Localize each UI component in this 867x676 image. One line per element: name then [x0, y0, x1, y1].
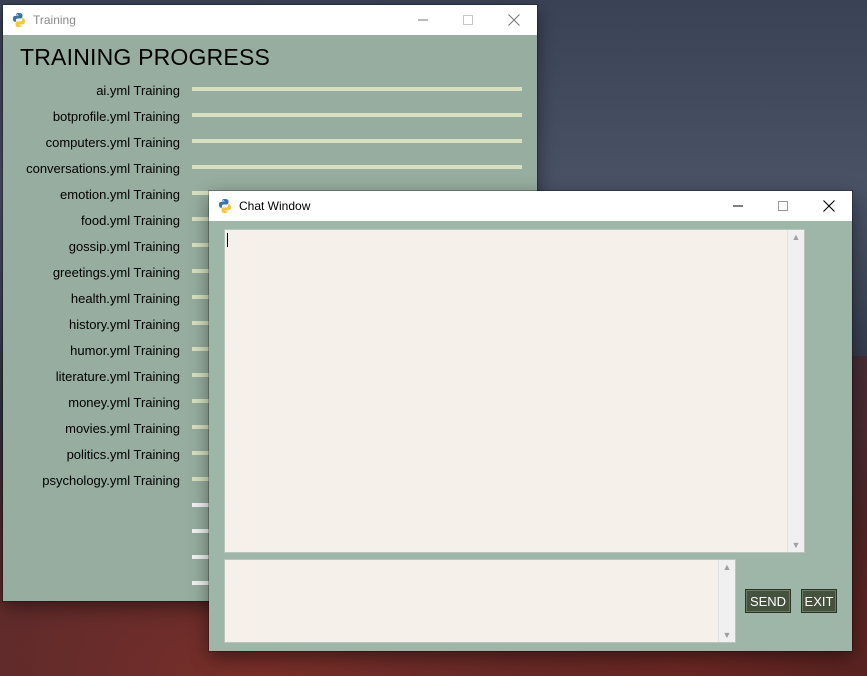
maximize-icon: [463, 15, 473, 25]
training-row-label: history.yml Training: [68, 317, 180, 332]
training-row-label: humor.yml Training: [70, 343, 180, 358]
training-progress-bar: [192, 139, 522, 143]
training-minimize-button[interactable]: [400, 5, 446, 35]
close-icon: [823, 200, 835, 212]
chat-window: Chat Window ▲ ▼ ▲ ▼ SEND EXIT: [209, 191, 852, 651]
training-row-label: health.yml Training: [70, 291, 180, 306]
message-input[interactable]: ▲ ▼: [224, 559, 736, 643]
training-row-label: greetings.yml Training: [52, 265, 180, 280]
training-progress-fill: [192, 165, 522, 169]
maximize-icon: [778, 201, 788, 211]
close-icon: [508, 14, 520, 26]
training-progress-fill: [192, 139, 522, 143]
chat-maximize-button[interactable]: [760, 191, 806, 221]
python-icon: [219, 199, 231, 213]
scroll-up-icon[interactable]: ▲: [723, 560, 732, 574]
training-maximize-button[interactable]: [445, 5, 491, 35]
training-row-label: gossip.yml Training: [68, 239, 180, 254]
chat-log-scrollbar[interactable]: ▲ ▼: [787, 230, 804, 552]
training-row-label: movies.yml Training: [65, 421, 180, 436]
training-row-label: emotion.yml Training: [60, 187, 180, 202]
training-window-title: Training: [33, 13, 76, 27]
python-icon: [13, 13, 25, 27]
scroll-up-icon[interactable]: ▲: [792, 230, 801, 244]
training-progress-fill: [192, 87, 522, 91]
training-row-label: politics.yml Training: [66, 447, 180, 462]
training-row-label: food.yml Training: [81, 213, 180, 228]
minimize-icon: [418, 19, 428, 21]
training-progress-bar-empty: [192, 555, 210, 559]
training-row-label: literature.yml Training: [55, 369, 180, 384]
training-progress-bar: [192, 165, 522, 169]
training-row-label: conversations.yml Training: [26, 161, 180, 176]
training-progress-fill: [192, 113, 522, 117]
training-row-label: computers.yml Training: [45, 135, 180, 150]
training-close-button[interactable]: [491, 5, 537, 35]
training-row-label: ai.yml Training: [96, 83, 180, 98]
text-caret: [227, 233, 228, 247]
training-titlebar[interactable]: Training: [3, 5, 537, 35]
scroll-down-icon[interactable]: ▼: [792, 538, 801, 552]
training-progress-bar: [192, 113, 522, 117]
training-row-label: money.yml Training: [68, 395, 180, 410]
training-row-label: psychology.yml Training: [42, 473, 180, 488]
chat-close-button[interactable]: [806, 191, 852, 221]
training-progress-bar-empty: [192, 581, 210, 585]
training-progress-bar-empty: [192, 529, 210, 533]
training-progress-heading: TRAINING PROGRESS: [20, 44, 271, 70]
scroll-down-icon[interactable]: ▼: [723, 628, 732, 642]
chat-log-textarea[interactable]: ▲ ▼: [224, 229, 805, 553]
chat-window-title: Chat Window: [239, 199, 311, 213]
training-row-label: botprofile.yml Training: [52, 109, 180, 124]
chat-minimize-button[interactable]: [715, 191, 761, 221]
minimize-icon: [733, 205, 743, 207]
send-button[interactable]: SEND: [745, 589, 791, 613]
training-progress-bar-empty: [192, 503, 210, 507]
chat-titlebar[interactable]: Chat Window: [209, 191, 852, 221]
exit-button[interactable]: EXIT: [801, 589, 837, 613]
message-input-scrollbar[interactable]: ▲ ▼: [718, 560, 735, 642]
training-progress-bar: [192, 87, 522, 91]
